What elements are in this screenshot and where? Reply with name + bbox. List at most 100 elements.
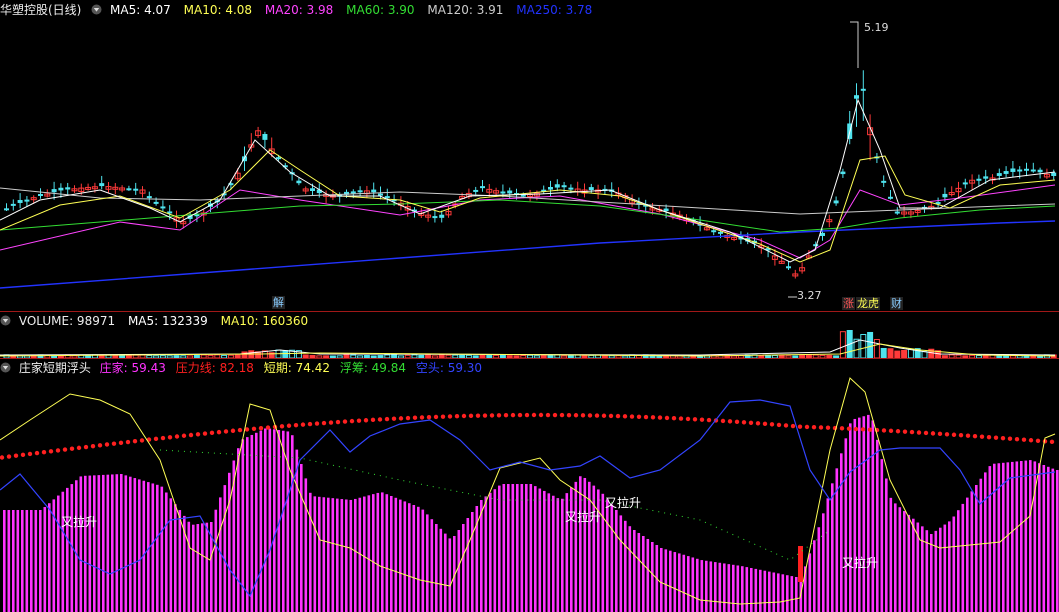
- yali-dot: [538, 412, 544, 418]
- yali-dot: [90, 443, 96, 449]
- zhuangjia-bar: [952, 516, 956, 612]
- marker-zhang[interactable]: 涨: [842, 297, 855, 310]
- yali-dot: [846, 426, 852, 431]
- zhuangjia-bar: [48, 503, 51, 612]
- candle-body: [588, 187, 594, 190]
- yali-dot: [293, 422, 299, 428]
- zhuangjia-bar: [745, 567, 749, 612]
- yali-dot: [867, 427, 873, 432]
- candle-body: [711, 230, 717, 233]
- zhuangjia-bar: [354, 498, 357, 612]
- yali-dot: [594, 413, 600, 418]
- candle-body: [568, 187, 574, 190]
- dropdown-triangle-icon[interactable]: [0, 315, 11, 326]
- candle-body: [133, 188, 139, 191]
- dropdown-triangle-icon[interactable]: [91, 4, 102, 15]
- zhuangjia-bar: [660, 548, 663, 612]
- yali-dot: [902, 429, 908, 434]
- marker-longhu[interactable]: 龙虎: [856, 297, 880, 310]
- candle-body: [371, 189, 377, 193]
- yali-dot: [531, 412, 537, 418]
- candle-body: [554, 184, 560, 188]
- zhuangjia-bar: [826, 498, 830, 612]
- zhuangjia-bar: [1006, 462, 1010, 612]
- yali-dot: [69, 446, 75, 451]
- zhuangjia-bar: [471, 512, 474, 612]
- zhuangjia-bar: [610, 504, 614, 612]
- zhuangjia-bar: [547, 493, 551, 612]
- zhuangjia-bar: [489, 492, 492, 612]
- candle-body: [833, 200, 839, 204]
- yali-dot: [790, 423, 796, 429]
- zhuangjia-bar: [93, 475, 96, 612]
- zhuangjia-bar: [520, 484, 524, 612]
- zhuangjia-bar: [772, 572, 776, 612]
- yali-dot: [664, 415, 670, 421]
- signal-label: 又拉升: [61, 515, 98, 529]
- volume-ma5-value: MA5: 132339: [127, 314, 208, 328]
- zhuangjia-bar: [876, 439, 879, 612]
- zhuangjia-bar: [808, 553, 812, 612]
- yali-dot: [888, 428, 894, 434]
- zhuangjia-bar: [115, 474, 119, 612]
- candle-body: [1037, 169, 1043, 173]
- yali-dot: [34, 450, 40, 456]
- zhuangjia-bar: [376, 492, 380, 612]
- yali-dot: [706, 417, 712, 423]
- zhuangjia-bar: [732, 564, 735, 612]
- zhuangjia-bar: [300, 464, 303, 612]
- yali-dot: [342, 419, 348, 424]
- yali-dot: [965, 433, 971, 438]
- zhuangjia-bar: [250, 434, 254, 612]
- candle-body: [996, 173, 1002, 176]
- zhuangjia-bar: [741, 566, 744, 612]
- yali-dot: [1014, 437, 1020, 442]
- marker-jie[interactable]: 解: [272, 296, 285, 309]
- zhuangjia-bar: [948, 521, 951, 612]
- candle-body: [262, 134, 268, 140]
- zhuangjia-bar: [498, 485, 501, 612]
- zhuangjia-bar: [898, 507, 902, 612]
- yali-dot: [188, 432, 194, 438]
- candlestick-chart[interactable]: [0, 18, 1059, 310]
- zhuangjia-bar: [466, 518, 470, 612]
- zhuangjia-bar: [628, 526, 632, 612]
- yali-dot: [139, 438, 145, 443]
- volume-chart[interactable]: [0, 330, 1059, 358]
- candle-body: [894, 211, 900, 214]
- zhuangjia-bar: [642, 536, 645, 612]
- yali-dot: [979, 434, 985, 439]
- zhuangjia-bar: [1051, 468, 1055, 612]
- yali-dot: [909, 429, 915, 435]
- zhuangjia-bar: [381, 492, 384, 612]
- yali-dot: [923, 430, 929, 436]
- zhuangjia-bar: [43, 507, 47, 612]
- yali-dot: [986, 434, 992, 440]
- yali-dot: [349, 418, 355, 424]
- yali-dot: [734, 419, 740, 425]
- zhuangjia-bar: [120, 474, 123, 612]
- stock-title[interactable]: 华塑控股(日线): [0, 3, 81, 17]
- dropdown-triangle-icon[interactable]: [0, 362, 11, 373]
- marker-cai[interactable]: 财: [890, 297, 903, 310]
- yali-dot: [62, 447, 68, 452]
- zhuangjia-bar: [817, 527, 821, 612]
- indicator-chart[interactable]: [0, 360, 1059, 612]
- zhuangjia-bar: [97, 475, 101, 612]
- zhuangjia-bar: [718, 562, 722, 612]
- candle-body: [840, 171, 846, 175]
- zhuangjia-bar: [25, 510, 29, 612]
- candle-body: [860, 88, 866, 91]
- zhuangjia-bar: [606, 499, 609, 612]
- zhuangjia-bar: [871, 420, 875, 612]
- candle-body: [786, 266, 791, 269]
- yali-dot: [202, 431, 208, 436]
- indicator-title[interactable]: 庄家短期浮头: [19, 361, 91, 375]
- zhuangjia-bar: [349, 499, 353, 612]
- volume-bar: [867, 331, 874, 358]
- yali-dot: [391, 416, 397, 421]
- signal-label: 又拉升: [842, 556, 879, 570]
- zhuangjia-bar: [1020, 461, 1023, 612]
- candle-body: [561, 185, 567, 188]
- ma60-value: MA60: 3.90: [346, 3, 415, 17]
